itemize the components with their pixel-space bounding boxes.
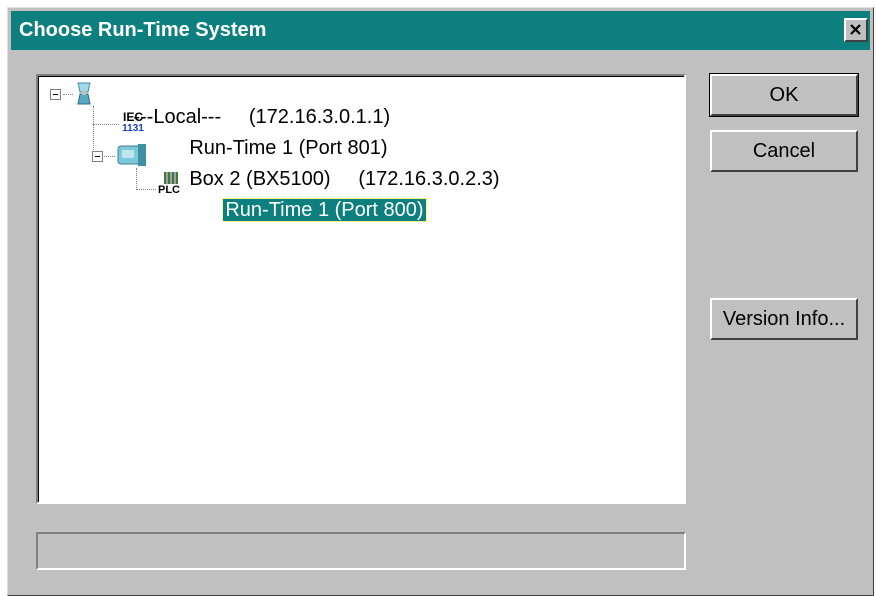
network-box-icon [117, 144, 146, 166]
tree-node-runtime-800[interactable]: Run-Time 1 (Port 800) [190, 174, 427, 246]
choose-runtime-dialog: Choose Run-Time System ---Local--- (172.… [7, 7, 874, 596]
title-bar[interactable]: Choose Run-Time System [11, 11, 870, 50]
version-info-button[interactable]: Version Info... [710, 298, 858, 340]
local-computer-icon [77, 82, 91, 105]
tree-node-label-selected: Run-Time 1 (Port 800) [222, 198, 427, 222]
tree-line [136, 168, 137, 190]
status-field [36, 532, 686, 570]
close-icon [850, 24, 861, 35]
tree-line [63, 94, 73, 95]
cancel-button[interactable]: Cancel [710, 130, 858, 172]
ok-button[interactable]: OK [709, 73, 859, 117]
tree-line [136, 189, 156, 190]
collapse-toggle-local[interactable] [50, 89, 61, 100]
collapse-toggle-box2[interactable] [92, 151, 103, 162]
plc-icon: PLC [158, 172, 186, 200]
dialog-title: Choose Run-Time System [19, 19, 267, 41]
runtime-tree[interactable]: ---Local--- (172.16.3.0.1.1) IEC 1131 Ru… [36, 74, 686, 504]
iec1131-icon: IEC 1131 [122, 110, 144, 134]
close-button[interactable] [844, 18, 868, 42]
